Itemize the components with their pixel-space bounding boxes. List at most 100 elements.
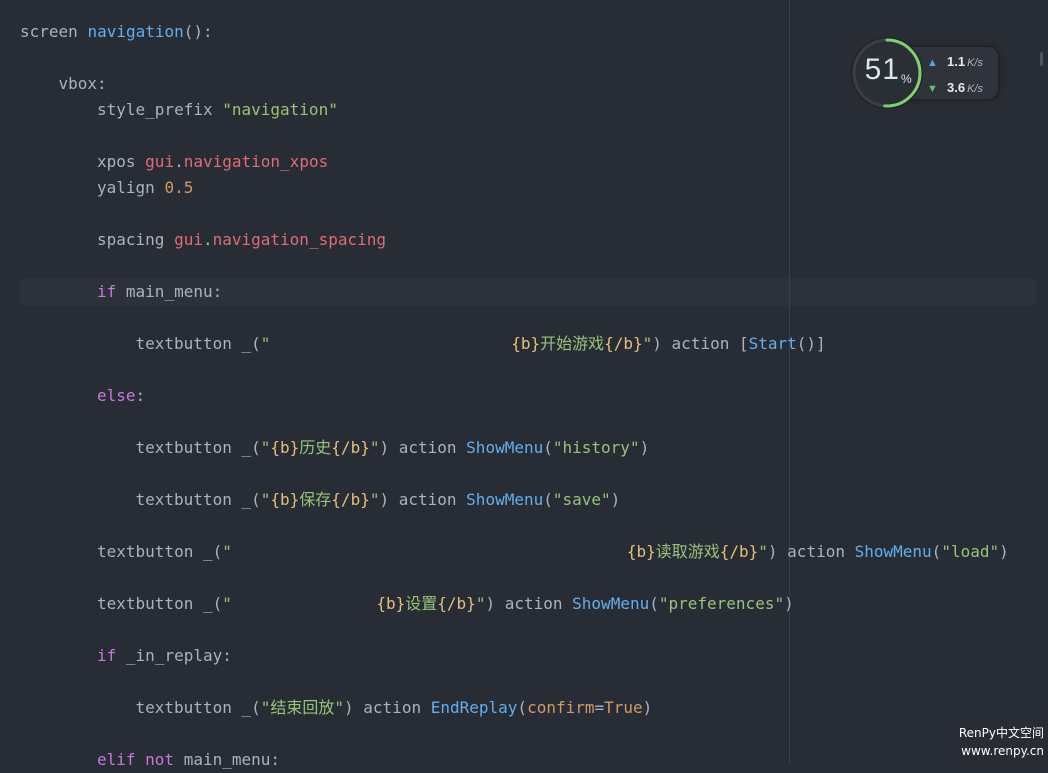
code-token: " (260, 490, 271, 509)
code-token: 读取游戏 (655, 542, 720, 561)
code-line[interactable]: textbutton _(" {b}读取游戏{/b}") action Show… (97, 539, 1009, 565)
code-line[interactable]: else: (97, 383, 145, 409)
code-token: 设置 (405, 594, 438, 613)
code-token: ) action (485, 594, 573, 613)
code-line[interactable]: xpos gui.navigation_xpos (97, 149, 328, 175)
code-token: gui (145, 152, 175, 171)
code-token: main_menu: (183, 750, 281, 769)
code-token: ( (517, 698, 528, 717)
code-token: ShowMenu (466, 490, 544, 509)
code-token: True (604, 698, 643, 717)
watermark: RenPy中文空间 www.renpy.cn (959, 724, 1044, 760)
code-token: "history" (552, 438, 640, 457)
code-token: {b} (376, 594, 406, 613)
code-token: ShowMenu (572, 594, 650, 613)
download-speed: 3.6 (947, 80, 966, 95)
code-token: " (260, 438, 271, 457)
code-token: textbutton _( (135, 490, 261, 509)
code-token: " (222, 594, 377, 613)
code-token: ( (543, 438, 553, 457)
percent-sign: % (901, 72, 912, 86)
code-token: spacing (97, 230, 175, 249)
code-token: ) action (379, 490, 467, 509)
code-token: textbutton _( (135, 698, 261, 717)
code-token: textbutton _( (135, 334, 261, 353)
code-token: textbutton _( (97, 542, 223, 561)
code-line[interactable]: elif not main_menu: (97, 747, 280, 773)
code-token: ( (543, 490, 553, 509)
code-line[interactable]: screen navigation(): (20, 19, 213, 45)
code-token: ShowMenu (466, 438, 544, 457)
code-line[interactable]: yalign 0.5 (97, 175, 193, 201)
code-line[interactable]: style_prefix "navigation" (97, 97, 338, 123)
watermark-title: RenPy中文空间 (958, 726, 1044, 740)
code-token: {/b} (719, 542, 759, 561)
code-token: 保存 (299, 490, 332, 509)
code-line[interactable]: textbutton _("{b}历史{/b}") action ShowMen… (136, 435, 650, 461)
code-token: navigation_xpos (183, 152, 329, 171)
code-token: _in_replay: (125, 646, 232, 665)
code-token: "navigation" (222, 100, 338, 119)
code-token: confirm (527, 698, 595, 717)
code-token: {/b} (604, 334, 643, 353)
code-line[interactable]: vbox: (59, 71, 107, 97)
upload-arrow-icon: ▲ (927, 57, 938, 69)
code-token: vbox: (58, 74, 107, 93)
code-line[interactable]: textbutton _(" {b}设置{/b}") action ShowMe… (97, 591, 794, 617)
code-token: Start (748, 334, 797, 353)
code-line[interactable]: textbutton _("结束回放") action EndReplay(co… (136, 695, 653, 721)
code-token: ) action [ (652, 334, 749, 353)
code-token: " (475, 594, 486, 613)
code-token: ) action (379, 438, 467, 457)
code-token: ( (931, 542, 942, 561)
scrollbar-thumb[interactable] (1040, 52, 1043, 66)
code-token: 历史 (299, 438, 332, 457)
code-token: navigation (87, 22, 184, 41)
code-token: ) action (767, 542, 855, 561)
code-token: {b} (511, 334, 541, 353)
download-unit: K/s (967, 83, 983, 95)
code-token: textbutton _( (135, 438, 261, 457)
code-token: " (642, 334, 653, 353)
code-line[interactable]: spacing gui.navigation_spacing (97, 227, 386, 253)
network-monitor-widget[interactable]: ▲ 1.1 K/s ▼ 3.6 K/s 51 % (850, 36, 1000, 110)
code-token: screen (20, 22, 88, 41)
code-token: {b} (270, 438, 300, 457)
code-line[interactable]: textbutton _("{b}保存{/b}") action ShowMen… (136, 487, 621, 513)
code-line[interactable]: textbutton _(" {b}开始游戏{/b}") action [Sta… (136, 331, 826, 357)
code-token: gui (174, 230, 203, 249)
code-token: " (222, 542, 627, 561)
code-token: {b} (270, 490, 300, 509)
code-token: (): (183, 22, 213, 41)
code-token: . (174, 152, 184, 171)
code-token: main_menu: (125, 282, 223, 301)
code-token: ) (610, 490, 621, 509)
code-token: ShowMenu (854, 542, 932, 561)
code-token: EndReplay (430, 698, 518, 717)
download-row: ▼ 3.6 K/s (927, 80, 983, 96)
code-token: if (97, 646, 126, 665)
code-token: . (202, 230, 213, 249)
code-token: 开始游戏 (540, 334, 605, 353)
code-token: "load" (941, 542, 1000, 561)
code-token: {/b} (437, 594, 476, 613)
code-token: "preferences" (658, 594, 785, 613)
code-token: "save" (552, 490, 611, 509)
code-line[interactable]: if _in_replay: (97, 643, 232, 669)
wrap-guide (789, 0, 790, 763)
upload-unit: K/s (967, 57, 983, 69)
code-token: "结束回放" (260, 698, 345, 717)
upload-row: ▲ 1.1 K/s (927, 54, 983, 70)
code-token: " (260, 334, 512, 353)
code-token: " (758, 542, 768, 561)
watermark-url: www.renpy.cn (961, 744, 1044, 758)
upload-speed: 1.1 (947, 54, 966, 69)
code-token: xpos (97, 152, 146, 171)
code-line[interactable]: if main_menu: (97, 279, 222, 305)
code-token: ) (999, 542, 1009, 561)
code-token: ()] (796, 334, 826, 353)
download-arrow-icon: ▼ (927, 83, 938, 95)
code-token: 0.5 (164, 178, 194, 197)
code-token: navigation_spacing (212, 230, 386, 249)
code-editor[interactable]: screen navigation(): vbox: style_prefix "n… (0, 0, 1048, 769)
